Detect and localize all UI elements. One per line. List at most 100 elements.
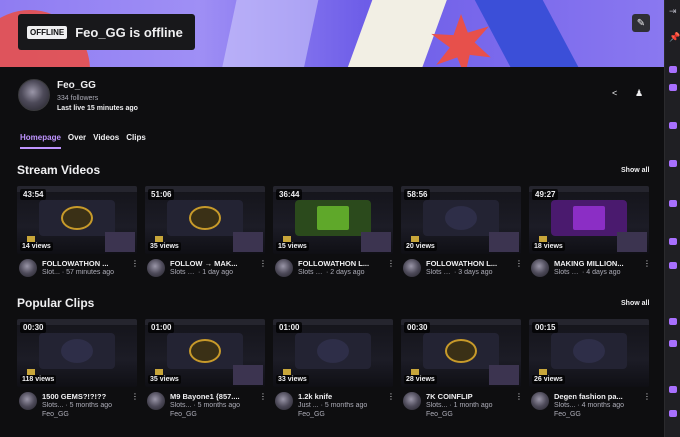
channel-name[interactable]: Feo_GG: [57, 80, 96, 91]
clip-author[interactable]: Feo_GG: [298, 411, 325, 418]
kebab-icon[interactable]: ⋮: [259, 259, 267, 268]
video-thumbnail[interactable]: 36:44 15 views: [273, 186, 393, 254]
show-all-videos-link[interactable]: Show all: [621, 167, 649, 174]
clip-title[interactable]: 7K COINFLIP: [426, 392, 512, 401]
avatar[interactable]: [531, 259, 549, 277]
view-count: 35 views: [148, 242, 181, 251]
kebab-icon[interactable]: ⋮: [643, 392, 651, 401]
clip-card[interactable]: 00:30 118 views 1500 GEMS?!?!?? Slots...…: [17, 319, 139, 426]
clip-title[interactable]: Degen fashion pa...: [554, 392, 640, 401]
last-live-text: Last live 15 minutes ago: [57, 105, 138, 112]
kebab-icon[interactable]: ⋮: [515, 259, 523, 268]
category-link[interactable]: Just ...: [298, 402, 319, 409]
collapse-icon[interactable]: ⇥: [669, 6, 677, 17]
chat-badge-icon: [669, 238, 677, 245]
category-link[interactable]: Slots...: [42, 402, 63, 409]
tab-homepage[interactable]: Homepage: [20, 133, 61, 149]
pin-icon: 📌: [669, 32, 680, 42]
clip-card[interactable]: 00:15 26 views Degen fashion pa... Slots…: [529, 319, 651, 426]
category-link[interactable]: Slot...: [42, 269, 60, 276]
clip-thumbnail[interactable]: 00:15 26 views: [529, 319, 649, 387]
clip-thumbnail[interactable]: 00:30 118 views: [17, 319, 137, 387]
clip-card[interactable]: 00:30 28 views 7K COINFLIP Slots... · 1 …: [401, 319, 523, 426]
video-thumbnail[interactable]: 51:06 35 views: [145, 186, 265, 254]
chat-badge-icon: [669, 84, 677, 91]
duration-badge: 51:06: [148, 189, 175, 200]
video-subtitle: Slots & ... · 3 days ago: [426, 269, 493, 276]
kebab-icon[interactable]: ⋮: [515, 392, 523, 401]
kebab-icon[interactable]: ⋮: [643, 259, 651, 268]
category-link[interactable]: Slots...: [170, 402, 191, 409]
view-count: 28 views: [404, 375, 437, 384]
avatar[interactable]: [19, 259, 37, 277]
section-title-popular-clips: Popular Clips: [17, 296, 95, 310]
clip-title[interactable]: 1.2k knife: [298, 392, 384, 401]
category-link[interactable]: Slots & C...: [170, 269, 196, 276]
video-thumbnail[interactable]: 58:56 20 views: [401, 186, 521, 254]
video-subtitle: Slots & ... · 2 days ago: [298, 269, 365, 276]
clip-thumbnail[interactable]: 01:00 33 views: [273, 319, 393, 387]
avatar[interactable]: [147, 392, 165, 410]
avatar[interactable]: [275, 259, 293, 277]
clip-thumbnail[interactable]: 00:30 28 views: [401, 319, 521, 387]
video-subtitle: Slots & ... · 4 days ago: [554, 269, 621, 276]
timestamp: 5 months ago: [324, 402, 368, 409]
edit-banner-button[interactable]: ✎: [632, 14, 650, 32]
video-card[interactable]: 43:54 14 views FOLLOWATHON ... Slot... ·…: [17, 186, 139, 293]
clip-author[interactable]: Feo_GG: [554, 411, 581, 418]
user-icon[interactable]: ♟: [635, 88, 643, 99]
kebab-icon[interactable]: ⋮: [259, 392, 267, 401]
video-title[interactable]: FOLLOW → MAK...: [170, 259, 256, 268]
avatar[interactable]: [403, 259, 421, 277]
kebab-icon[interactable]: ⋮: [387, 392, 395, 401]
clip-title[interactable]: 1500 GEMS?!?!??: [42, 392, 128, 401]
duration-badge: 00:15: [532, 322, 559, 333]
clip-author[interactable]: Feo_GG: [42, 411, 69, 418]
video-subtitle: Slot... · 57 minutes ago: [42, 269, 115, 276]
avatar[interactable]: [403, 392, 421, 410]
chat-badge-icon: [669, 410, 677, 417]
category-link[interactable]: Slots & ...: [298, 269, 324, 276]
chat-badge-icon: [669, 318, 677, 325]
video-card[interactable]: 49:27 18 views MAKING MILLION... Slots &…: [529, 186, 651, 293]
timestamp: 4 months ago: [581, 402, 625, 409]
video-card[interactable]: 51:06 35 views FOLLOW → MAK... Slots & C…: [145, 186, 267, 293]
video-thumbnail[interactable]: 43:54 14 views: [17, 186, 137, 254]
video-title[interactable]: FOLLOWATHON ...: [42, 259, 128, 268]
avatar[interactable]: [19, 392, 37, 410]
tab-clips[interactable]: Clips: [126, 133, 146, 149]
clip-title[interactable]: M9 Bayone1 {857....: [170, 392, 256, 401]
channel-banner: OFFLINE Feo_GG is offline ✎: [0, 0, 664, 67]
duration-badge: 43:54: [20, 189, 47, 200]
share-icon[interactable]: <: [612, 88, 617, 98]
video-thumbnail[interactable]: 49:27 18 views: [529, 186, 649, 254]
clip-subtitle: Slots... · 4 months ago: [554, 402, 625, 409]
video-title[interactable]: FOLLOWATHON L...: [298, 259, 384, 268]
clip-author[interactable]: Feo_GG: [170, 411, 197, 418]
video-card[interactable]: 36:44 15 views FOLLOWATHON L... Slots & …: [273, 186, 395, 293]
category-link[interactable]: Slots...: [426, 402, 447, 409]
clip-card[interactable]: 01:00 33 views 1.2k knife Just ... · 5 m…: [273, 319, 395, 426]
kebab-icon[interactable]: ⋮: [131, 392, 139, 401]
category-link[interactable]: Slots & ...: [554, 269, 580, 276]
clip-author[interactable]: Feo_GG: [426, 411, 453, 418]
video-card[interactable]: 58:56 20 views FOLLOWATHON L... Slots & …: [401, 186, 523, 293]
channel-tabs: Homepage Over Videos Clips: [20, 133, 146, 149]
video-title[interactable]: FOLLOWATHON L...: [426, 259, 512, 268]
video-title[interactable]: MAKING MILLION...: [554, 259, 640, 268]
duration-badge: 00:30: [404, 322, 431, 333]
avatar[interactable]: [531, 392, 549, 410]
kebab-icon[interactable]: ⋮: [387, 259, 395, 268]
clip-card[interactable]: 01:00 35 views M9 Bayone1 {857.... Slots…: [145, 319, 267, 426]
show-all-clips-link[interactable]: Show all: [621, 300, 649, 307]
tab-videos[interactable]: Videos: [93, 133, 119, 149]
channel-avatar[interactable]: [18, 79, 50, 111]
avatar[interactable]: [275, 392, 293, 410]
tab-over[interactable]: Over: [68, 133, 86, 149]
category-link[interactable]: Slots & ...: [426, 269, 452, 276]
clip-thumbnail[interactable]: 01:00 35 views: [145, 319, 265, 387]
avatar[interactable]: [147, 259, 165, 277]
stream-videos-row: 43:54 14 views FOLLOWATHON ... Slot... ·…: [17, 186, 651, 293]
category-link[interactable]: Slots...: [554, 402, 575, 409]
kebab-icon[interactable]: ⋮: [131, 259, 139, 268]
